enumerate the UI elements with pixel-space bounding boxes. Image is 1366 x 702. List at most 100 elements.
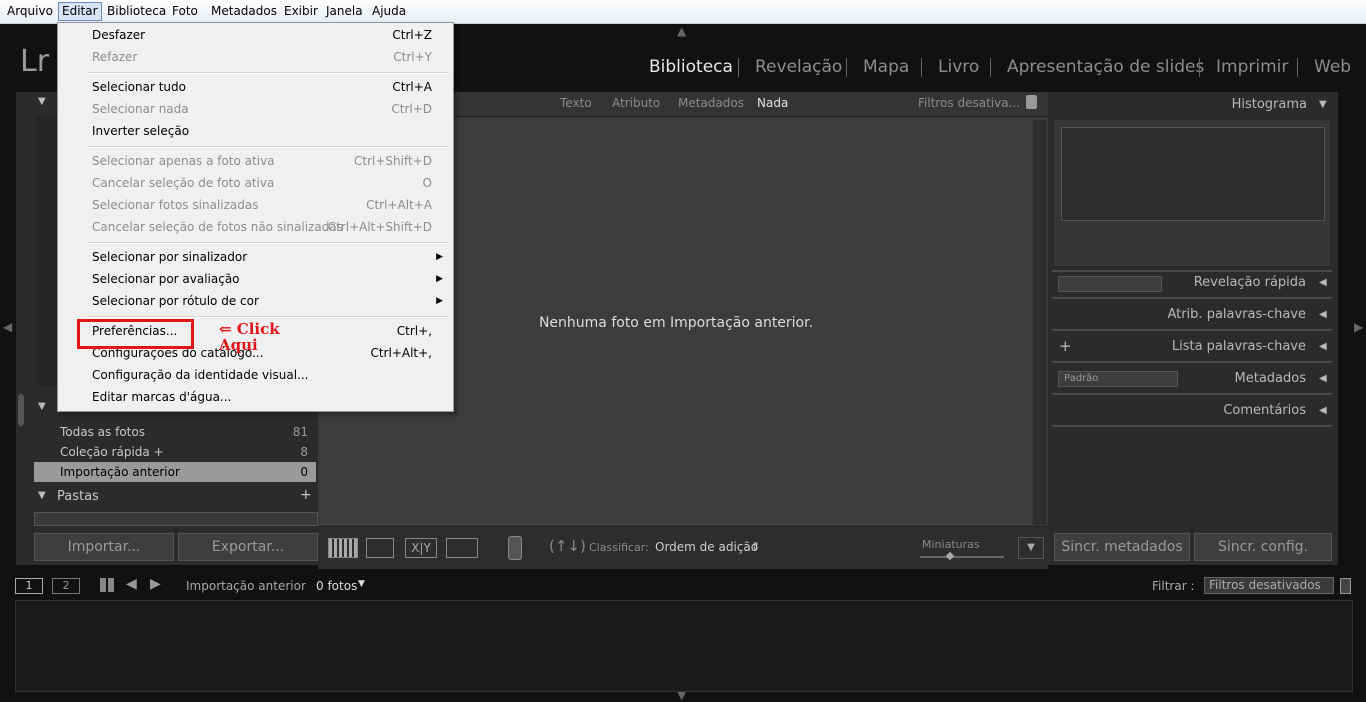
filmstrip[interactable] [15,600,1353,692]
painter-icon[interactable] [508,536,522,560]
menu-item-shortcut: O [422,176,432,190]
module-web[interactable]: Web [1314,57,1351,77]
comments-header[interactable]: Comentários [1223,403,1306,418]
menu-item-label: Selecionar por rótulo de cor [92,294,259,308]
metadata-preset-select[interactable]: Padrão [1058,371,1178,387]
menu-editar[interactable]: Editar [58,2,102,21]
menu-item-select-all[interactable]: Selecionar tudo Ctrl+A [58,76,453,98]
menu-biblioteca[interactable]: Biblioteca [104,3,169,20]
catalog-collapse-icon[interactable]: ▼ [38,401,46,412]
collapse-top-arrow-icon[interactable]: ▲ [677,24,686,38]
panel-divider [1052,361,1332,363]
grid-view-icon[interactable] [328,538,358,558]
module-apresentacao[interactable]: Apresentação de slides [1007,57,1204,77]
menu-item-select-active-only[interactable]: Selecionar apenas a foto ativa Ctrl+Shift… [58,150,453,172]
menu-item-select-by-color-label[interactable]: Selecionar por rótulo de cor ▶ [58,290,453,312]
menu-item-edit-watermarks[interactable]: Editar marcas d'água... [58,386,453,408]
module-imprimir[interactable]: Imprimir [1216,57,1288,77]
sort-order-select[interactable]: Ordem de adição [655,540,758,554]
menu-separator [87,242,449,244]
quick-develop-collapse-icon[interactable]: ◀ [1319,277,1327,288]
menu-janela[interactable]: Janela [323,3,366,20]
navigator-collapse-icon[interactable]: ▼ [38,96,46,107]
menu-item-invert-selection[interactable]: Inverter seleção [58,120,453,142]
left-panel-scrollbar[interactable] [18,394,24,426]
compare-view-icon[interactable]: X|Y [405,538,437,558]
keyword-list-collapse-icon[interactable]: ◀ [1319,341,1327,352]
keywording-collapse-icon[interactable]: ◀ [1319,309,1327,320]
collapse-right-arrow-icon[interactable]: ▶ [1354,320,1363,334]
menu-item-deselect-active[interactable]: Cancelar seleção de foto ativa O [58,172,453,194]
filter-metadata-tab[interactable]: Metadados [678,96,744,110]
quick-develop-header[interactable]: Revelação rápida [1194,275,1306,290]
filter-attribute-tab[interactable]: Atributo [612,96,660,110]
comments-collapse-icon[interactable]: ◀ [1319,405,1327,416]
panel-divider [1052,329,1332,331]
menu-item-redo[interactable]: Refazer Ctrl+Y [58,46,453,68]
menu-item-select-none[interactable]: Selecionar nada Ctrl+D [58,98,453,120]
menu-item-undo[interactable]: Desfazer Ctrl+Z [58,24,453,46]
quick-develop-preset-select[interactable] [1058,276,1162,292]
module-biblioteca[interactable]: Biblioteca [649,57,733,77]
sync-settings-button[interactable]: Sincr. config. [1194,533,1332,561]
collection-quick[interactable]: Coleção rápida + 8 [34,442,316,462]
filmstrip-filter-select[interactable]: Filtros desativados [1204,577,1334,594]
volume-bar[interactable] [34,512,318,526]
menu-item-select-by-rating[interactable]: Selecionar por avaliação ▶ [58,268,453,290]
sort-direction-icon[interactable]: (↑↓) [549,537,586,555]
metadata-collapse-icon[interactable]: ◀ [1319,373,1327,384]
grid-scrollbar[interactable] [1033,120,1046,525]
menu-foto[interactable]: Foto [169,3,201,20]
keywording-header[interactable]: Atrib. palavras-chave [1167,307,1306,322]
loupe-view-icon[interactable] [366,538,394,558]
add-folder-icon[interactable]: + [300,487,312,503]
collection-all-photos[interactable]: Todas as fotos 81 [34,422,316,442]
forward-arrow-icon[interactable]: ▶ [150,576,161,592]
collapse-left-arrow-icon[interactable]: ◀ [3,320,12,334]
primary-window-button[interactable]: 1 [15,578,43,594]
filmstrip-source[interactable]: Importação anterior [186,579,306,593]
toolbar-menu-chevron-icon[interactable]: ▼ [1018,537,1044,559]
module-livro[interactable]: Livro [938,57,979,77]
filmstrip-count[interactable]: 0 fotos [316,579,357,593]
module-separator [921,58,922,77]
menu-item-identity-plate[interactable]: Configuração da identidade visual... [58,364,453,386]
grid-icon[interactable] [100,578,116,592]
module-revelacao[interactable]: Revelação [755,57,842,77]
filmstrip-count-chevron-icon[interactable]: ▼ [358,579,365,589]
menu-item-select-by-flag[interactable]: Selecionar por sinalizador ▶ [58,246,453,268]
folders-collapse-icon[interactable]: ▼ [38,490,46,501]
survey-view-icon[interactable] [446,538,478,558]
import-button[interactable]: Importar... [34,533,174,561]
thumbnails-label: Miniaturas [922,538,980,551]
menu-item-deselect-unflagged[interactable]: Cancelar seleção de fotos não sinalizada… [58,216,453,238]
menu-item-shortcut: Ctrl+A [392,80,432,94]
thumbnail-size-slider[interactable] [920,556,1004,558]
menu-exibir[interactable]: Exibir [281,3,321,20]
collection-previous-import[interactable]: Importação anterior 0 [34,462,316,482]
export-button[interactable]: Exportar... [178,533,318,561]
menu-arquivo[interactable]: Arquivo [4,3,56,20]
collection-label: Coleção rápida + [60,445,164,459]
menu-ajuda[interactable]: Ajuda [369,3,409,20]
slider-thumb[interactable] [945,551,955,561]
submenu-arrow-icon: ▶ [436,252,443,262]
filter-presets-select[interactable]: Filtros desativa... [918,96,1020,110]
menu-item-label: Refazer [92,50,138,64]
sort-chevron-icon[interactable]: ⇕ [751,540,760,553]
metadata-header[interactable]: Metadados [1235,371,1306,386]
histogram-header[interactable]: Histograma [1232,97,1307,112]
lock-icon[interactable] [1026,95,1037,109]
filter-none-tab[interactable]: Nada [757,96,788,110]
module-mapa[interactable]: Mapa [863,57,909,77]
keyword-list-header[interactable]: Lista palavras-chave [1172,339,1306,354]
filter-text-tab[interactable]: Texto [560,96,592,110]
menu-metadados[interactable]: Metadados [208,3,280,20]
sync-metadata-button[interactable]: Sincr. metadados [1054,533,1190,561]
menu-item-select-flagged[interactable]: Selecionar fotos sinalizadas Ctrl+Alt+A [58,194,453,216]
histogram-collapse-icon[interactable]: ▼ [1319,99,1327,110]
filter-lock-icon[interactable] [1340,578,1351,594]
back-arrow-icon[interactable]: ◀ [126,576,137,592]
add-keyword-icon[interactable]: + [1059,337,1072,355]
secondary-window-button[interactable]: 2 [52,578,80,594]
